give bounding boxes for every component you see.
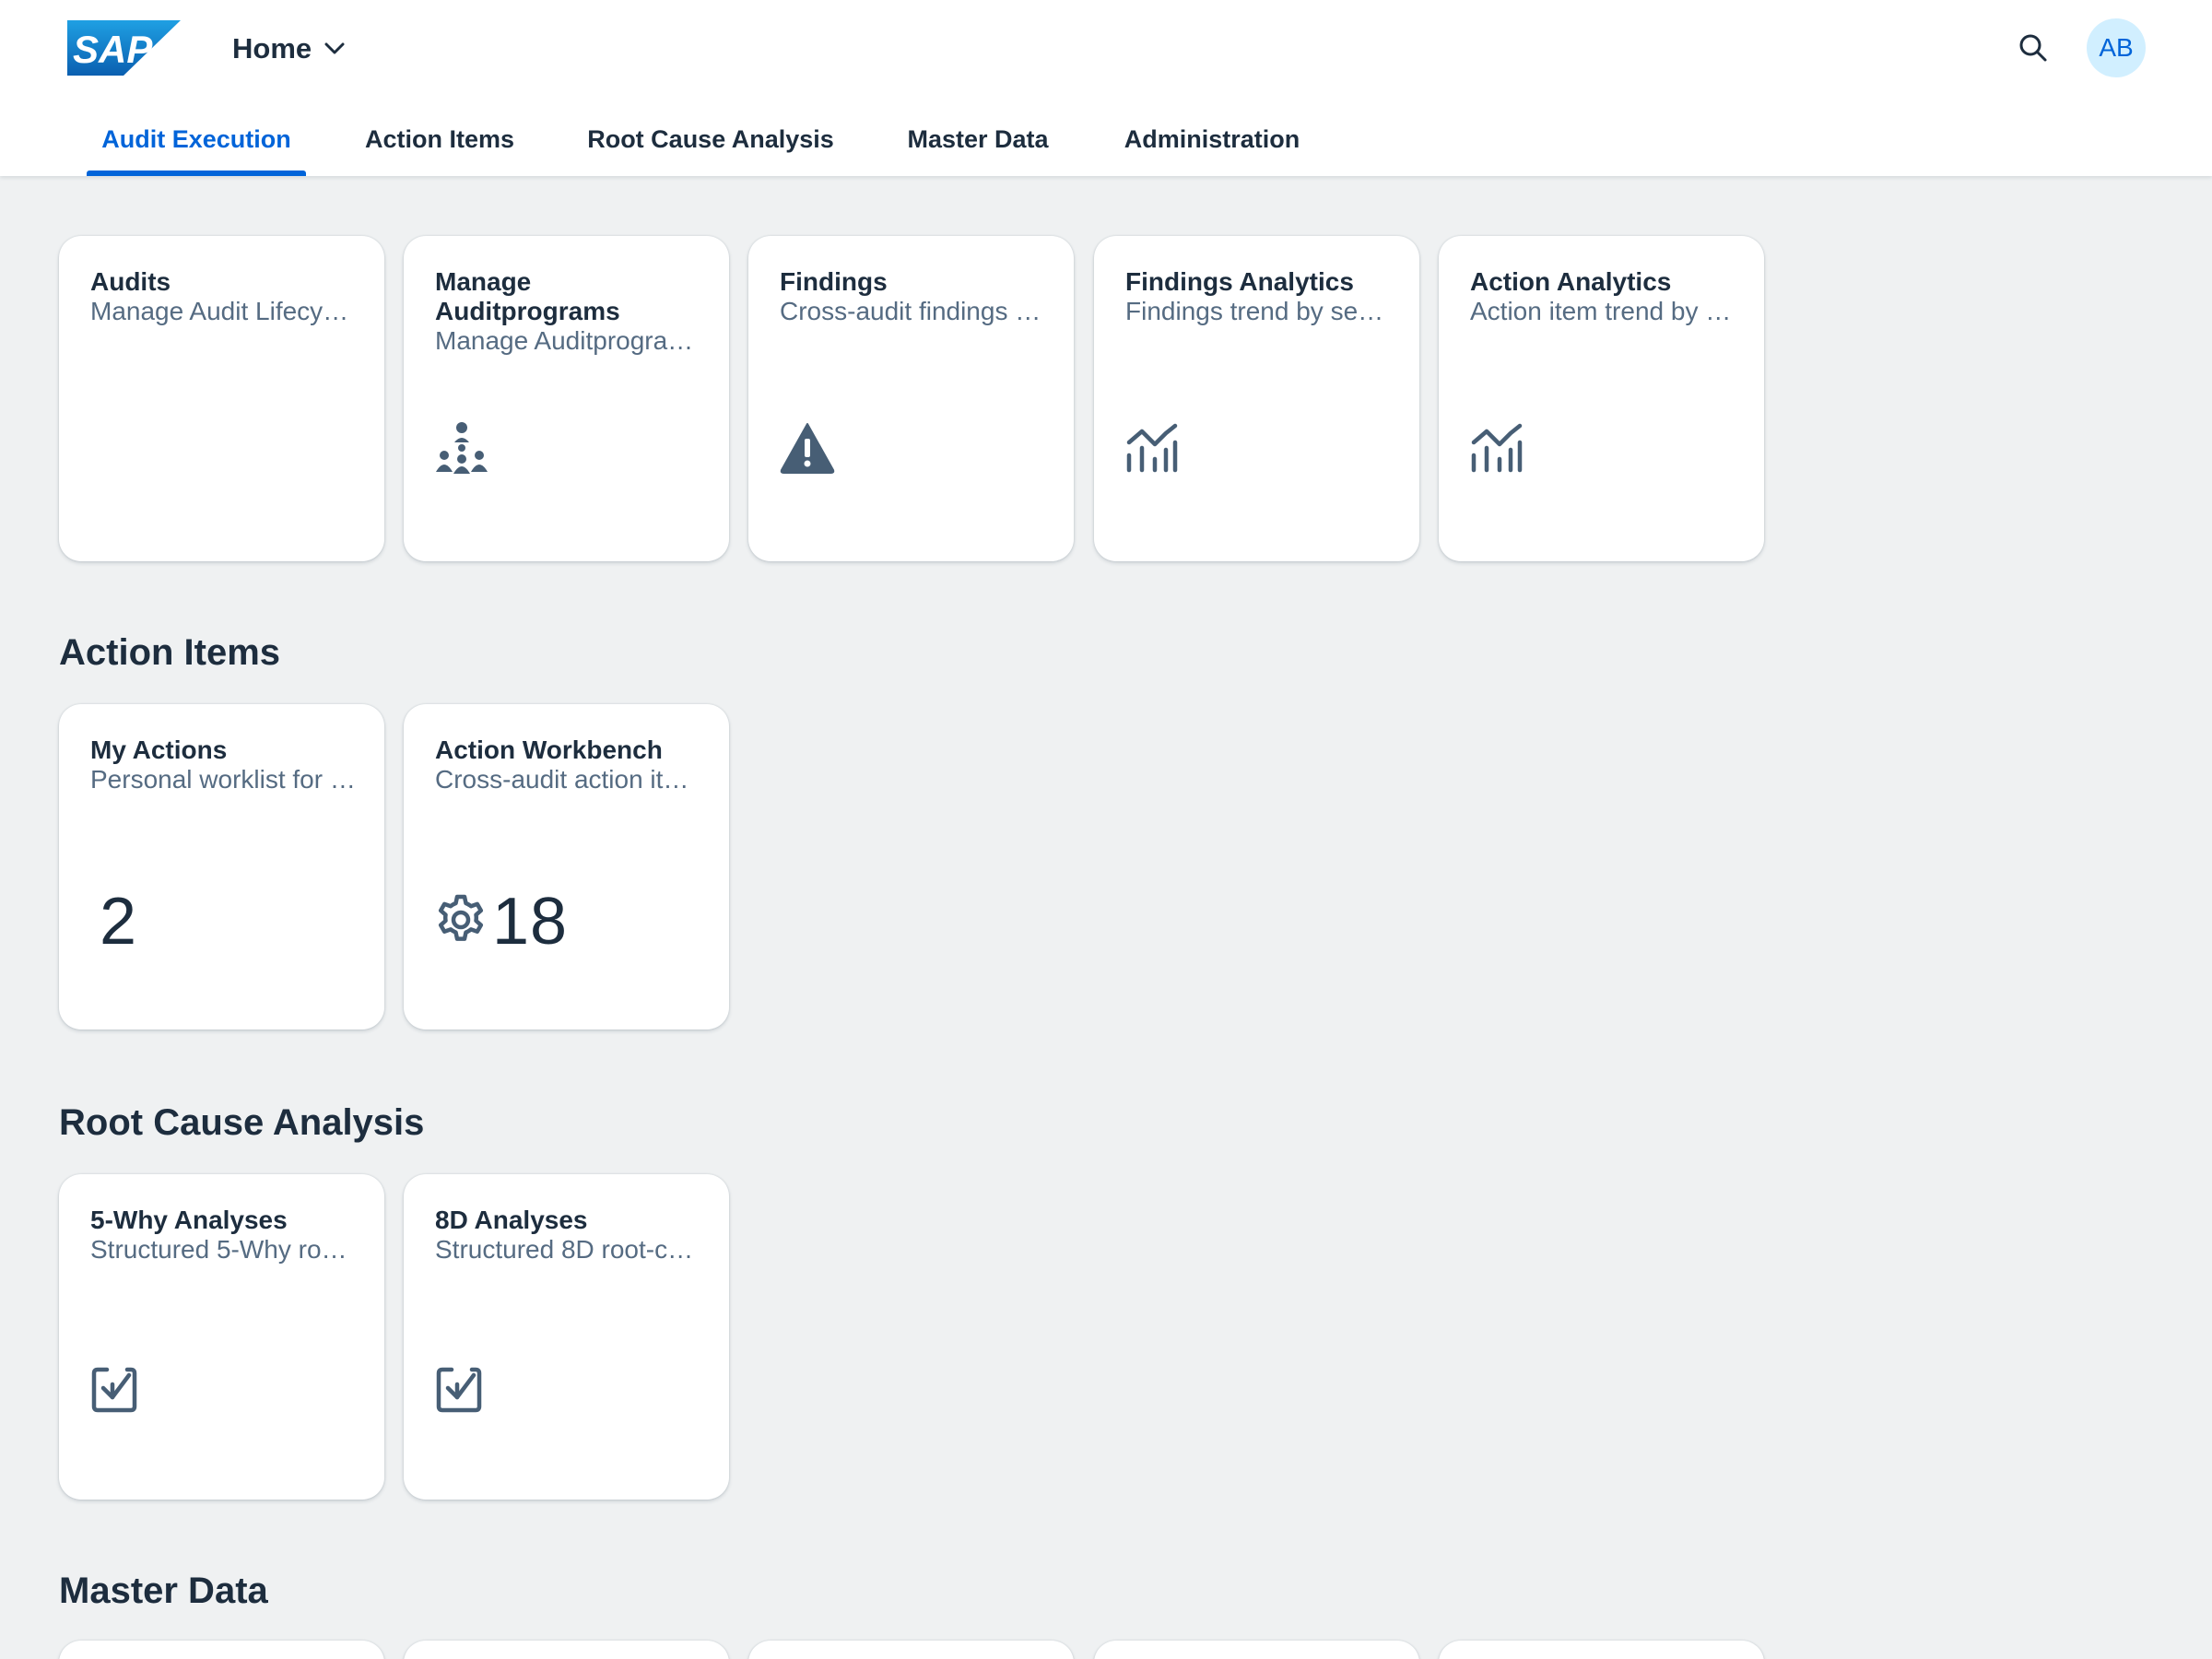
tile-my-actions[interactable]: My Actions Personal worklist for … 2 xyxy=(59,704,384,1030)
tile-master-data-partial[interactable] xyxy=(748,1641,1074,1659)
tile-manage-auditprograms[interactable]: Manage Auditprograms Manage Auditprogra… xyxy=(404,236,729,561)
tile-subtitle: Personal worklist for … xyxy=(90,765,356,794)
kpi-container: 2 xyxy=(100,876,137,968)
shell-bar: SAP Home AB Audit Execution Action Items… xyxy=(0,0,2212,176)
tile-master-data-partial[interactable] xyxy=(59,1641,384,1659)
tile-subtitle: Structured 5-Why ro… xyxy=(90,1235,347,1264)
home-label: Home xyxy=(232,32,312,65)
tile-title: My Actions xyxy=(90,735,228,764)
tile-title: Findings Analytics xyxy=(1125,267,1354,296)
tab-master-data[interactable]: Master Data xyxy=(896,103,1060,176)
kpi-value: 18 xyxy=(492,885,569,959)
tile-subtitle: Manage Auditprogra… xyxy=(435,326,694,355)
line-chart-icon xyxy=(1470,420,1525,476)
tile-findings[interactable]: Findings Cross-audit findings … xyxy=(748,236,1074,561)
user-avatar[interactable]: AB xyxy=(2087,18,2146,77)
tab-action-items[interactable]: Action Items xyxy=(354,103,525,176)
warning-icon xyxy=(780,420,835,476)
tile-subtitle: Findings trend by se… xyxy=(1125,297,1384,325)
tile-subtitle: Manage Audit Lifecy… xyxy=(90,297,349,325)
task-icon xyxy=(90,1362,146,1418)
chevron-down-icon xyxy=(324,42,345,55)
home-menu-button[interactable]: Home xyxy=(232,28,345,70)
tile-8d-analyses[interactable]: 8D Analyses Structured 8D root-c… xyxy=(404,1174,729,1500)
tab-root-cause-analysis[interactable]: Root Cause Analysis xyxy=(575,103,846,176)
tile-title: 5-Why Analyses xyxy=(90,1206,288,1234)
kpi-value: 2 xyxy=(100,885,138,959)
tile-master-data-partial[interactable] xyxy=(1439,1641,1764,1659)
tile-title: 8D Analyses xyxy=(435,1206,588,1234)
tile-subtitle: Action item trend by … xyxy=(1470,297,1732,325)
section-title-action-items: Action Items xyxy=(59,632,281,673)
section-title-root-cause-analysis: Root Cause Analysis xyxy=(59,1102,425,1143)
tile-title: Audits xyxy=(90,267,171,296)
tile-action-analytics[interactable]: Action Analytics Action item trend by … xyxy=(1439,236,1764,561)
sap-logo[interactable]: SAP xyxy=(67,20,181,76)
tile-5-why-analyses[interactable]: 5-Why Analyses Structured 5-Why ro… xyxy=(59,1174,384,1500)
tile-title: Manage Auditprograms xyxy=(435,267,620,325)
tile-master-data-partial[interactable] xyxy=(1094,1641,1419,1659)
tile-audits[interactable]: Audits Manage Audit Lifecy… xyxy=(59,236,384,561)
tile-subtitle: Cross-audit action it… xyxy=(435,765,689,794)
gear-icon xyxy=(435,894,487,950)
kpi-container: 18 xyxy=(435,876,568,968)
search-button[interactable] xyxy=(2009,26,2057,74)
tab-administration[interactable]: Administration xyxy=(1112,103,1312,176)
section-title-master-data: Master Data xyxy=(59,1571,268,1611)
tile-subtitle: Cross-audit findings … xyxy=(780,297,1041,325)
hierarchy-icon xyxy=(435,420,490,476)
line-chart-icon xyxy=(1125,420,1181,476)
tile-master-data-partial[interactable] xyxy=(404,1641,729,1659)
tile-title: Findings xyxy=(780,267,888,296)
tile-action-workbench[interactable]: Action Workbench Cross-audit action it… … xyxy=(404,704,729,1030)
tab-bar: Audit Execution Action Items Root Cause … xyxy=(0,103,2212,176)
tile-findings-analytics[interactable]: Findings Analytics Findings trend by se… xyxy=(1094,236,1419,561)
task-icon xyxy=(435,1362,490,1418)
tile-title: Action Workbench xyxy=(435,735,663,764)
search-icon xyxy=(2018,33,2048,67)
tab-audit-execution[interactable]: Audit Execution xyxy=(87,103,306,176)
logo-text: SAP xyxy=(73,28,153,71)
tile-title: Action Analytics xyxy=(1470,267,1672,296)
tile-subtitle: Structured 8D root-c… xyxy=(435,1235,694,1264)
